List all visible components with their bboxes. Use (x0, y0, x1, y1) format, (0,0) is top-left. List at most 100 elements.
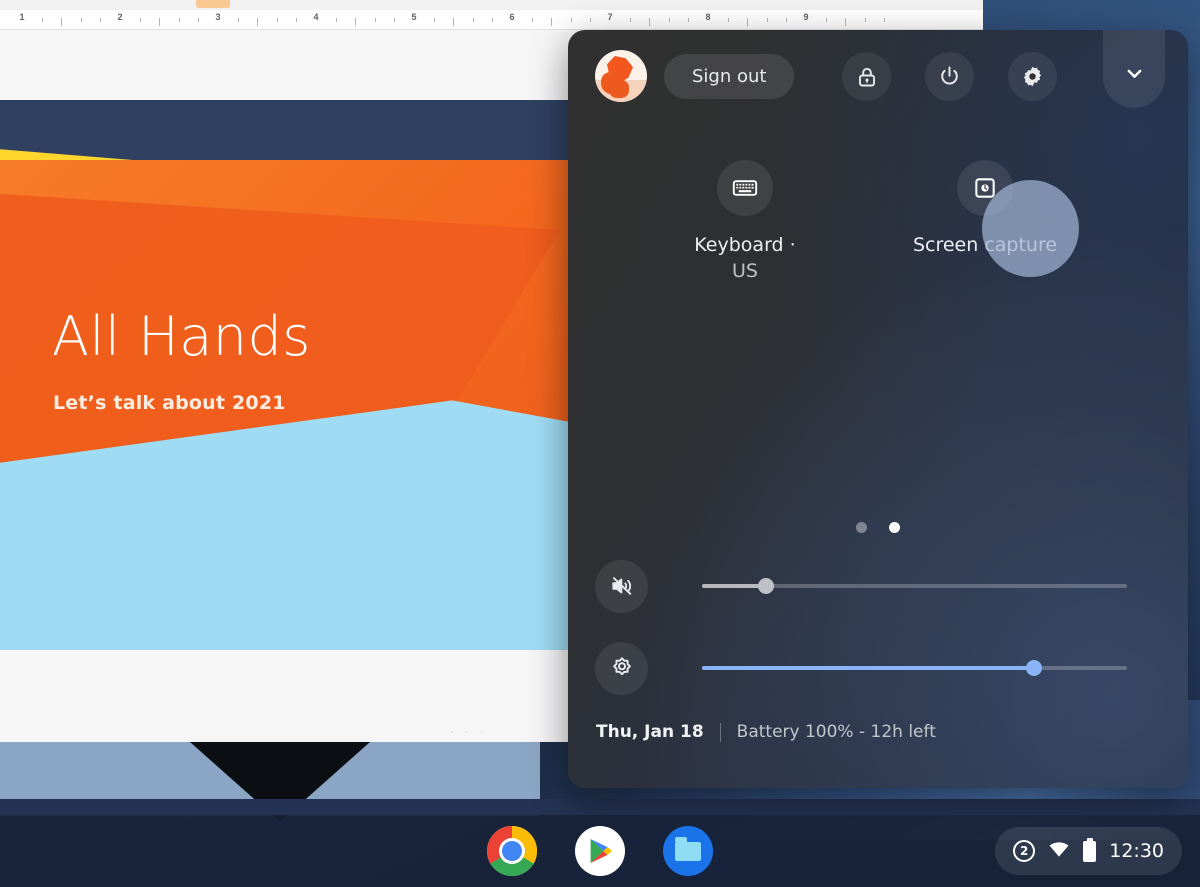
ruler-number: 7 (607, 11, 613, 22)
ruler-tick (825, 17, 827, 22)
ruler-number: 1 (19, 11, 25, 22)
volume-slider-thumb[interactable] (757, 578, 774, 594)
battery-icon[interactable] (1083, 837, 1097, 862)
tile-keyboard-label: Keyboard · US (694, 232, 795, 284)
wifi-icon[interactable] (1048, 840, 1070, 863)
ruler-top-strip (0, 0, 983, 10)
pagination-dot-2[interactable] (889, 522, 900, 533)
ruler-tick (845, 17, 847, 26)
ruler-tick (747, 17, 749, 26)
ruler-tick (629, 17, 631, 22)
ruler-tick (335, 17, 337, 22)
document-ruler[interactable]: 1 2 3 4 5 6 7 8 9 (0, 10, 983, 30)
ruler-tick (590, 17, 592, 22)
ruler-tick (355, 17, 357, 26)
screen-capture-icon (957, 160, 1013, 216)
clock-label[interactable]: 12:30 (1109, 840, 1164, 862)
ruler-number: 3 (215, 11, 221, 22)
ruler-tick (198, 17, 200, 22)
brightness-slider-track[interactable] (702, 660, 1127, 676)
ruler-tick (453, 17, 455, 26)
ruler-tick (257, 17, 259, 26)
folder-icon (675, 836, 701, 861)
ruler-tick (296, 17, 298, 22)
shelf-app-chrome[interactable] (487, 826, 537, 876)
quick-settings-footer: Thu, Jan 18 Battery 100% - 12h left (596, 722, 936, 742)
footer-divider (719, 722, 721, 742)
ruler-number: 2 (117, 11, 123, 22)
battery-status-label[interactable]: Battery 100% - 12h left (737, 722, 936, 742)
ruler-tick (766, 17, 768, 22)
ruler-tick (237, 17, 239, 22)
ruler-tick (649, 17, 651, 26)
chromeos-desktop: 1 2 3 4 5 6 7 8 9 All Hands Let’s talk about 202… (0, 0, 1200, 887)
wallpaper-shape-bottom-band (0, 799, 1200, 815)
brightness-slider-thumb[interactable] (1025, 660, 1042, 676)
brightness-slider-row[interactable] (568, 640, 1188, 696)
tile-screen-capture-label: Screen capture (912, 234, 1058, 256)
collapse-button[interactable] (1103, 30, 1165, 108)
ruler-tick (472, 17, 474, 22)
ruler-tick (531, 17, 533, 22)
ruler-tick (786, 17, 788, 22)
ruler-tick (374, 17, 376, 22)
ruler-tick (864, 17, 866, 22)
ruler-number: 4 (313, 11, 319, 22)
ruler-tick (492, 17, 494, 22)
ruler-tick (80, 17, 82, 22)
ruler-number: 5 (411, 11, 417, 22)
settings-button[interactable] (1008, 52, 1057, 101)
shelf-app-play-store[interactable] (575, 826, 625, 876)
quick-settings-header: Sign out (568, 30, 1188, 130)
ruler-number: 9 (803, 11, 809, 22)
tile-keyboard-label-line2: US (732, 260, 758, 283)
status-area[interactable]: 2 12:30 (995, 827, 1182, 875)
ruler-tick (61, 17, 63, 26)
ruler-tick (570, 17, 572, 22)
volume-slider-track[interactable] (702, 578, 1127, 594)
chevron-down-icon (1122, 61, 1147, 91)
ruler-tick (433, 17, 435, 22)
ruler-tick (727, 17, 729, 22)
slide-subtitle[interactable]: Let’s talk about 2021 (53, 392, 286, 414)
ruler-tick (159, 17, 161, 26)
ruler-tick (394, 17, 396, 22)
lock-button[interactable] (842, 52, 891, 101)
tile-keyboard-label-line1: Keyboard · (694, 234, 796, 256)
notification-count-badge[interactable]: 2 (1013, 840, 1036, 862)
ruler-indent-marker[interactable] (196, 0, 230, 8)
avatar[interactable] (595, 50, 647, 102)
shelf-app-files[interactable] (663, 826, 713, 876)
ruler-tick (551, 17, 553, 26)
date-label[interactable]: Thu, Jan 18 (596, 722, 704, 742)
ruler-tick (139, 17, 141, 22)
ruler-tick (688, 17, 690, 22)
brightness-slider-fill (702, 666, 1034, 670)
quick-settings-panel[interactable]: Sign out Keyboard · US Screen capture Th… (568, 30, 1188, 788)
keyboard-icon (717, 160, 773, 216)
tile-keyboard[interactable]: Keyboard · US (630, 160, 860, 305)
ruler-tick (100, 17, 102, 22)
power-button[interactable] (925, 52, 974, 101)
slide-options-dots[interactable]: · · · (450, 726, 487, 738)
volume-slider-fill (702, 584, 766, 588)
ruler-number: 6 (509, 11, 515, 22)
shelf[interactable]: 2 12:30 (0, 815, 1200, 887)
power-icon (937, 64, 962, 89)
pagination-dot-1[interactable] (856, 522, 867, 533)
ruler-tick (276, 17, 278, 22)
ruler-tick (41, 17, 43, 22)
tile-screen-capture[interactable]: Screen capture (870, 160, 1100, 305)
slide-title[interactable]: All Hands (52, 305, 311, 368)
volume-muted-icon[interactable] (595, 559, 648, 613)
pagination-dots[interactable] (568, 522, 1188, 533)
ruler-tick (884, 17, 886, 22)
ruler-number: 8 (705, 11, 711, 22)
ruler-tick (668, 17, 670, 22)
sign-out-button[interactable]: Sign out (664, 54, 795, 99)
lock-icon (855, 65, 879, 89)
brightness-icon[interactable] (595, 641, 648, 695)
volume-slider-row[interactable] (568, 558, 1188, 614)
ruler-tick (178, 17, 180, 22)
gear-icon (1020, 64, 1045, 89)
